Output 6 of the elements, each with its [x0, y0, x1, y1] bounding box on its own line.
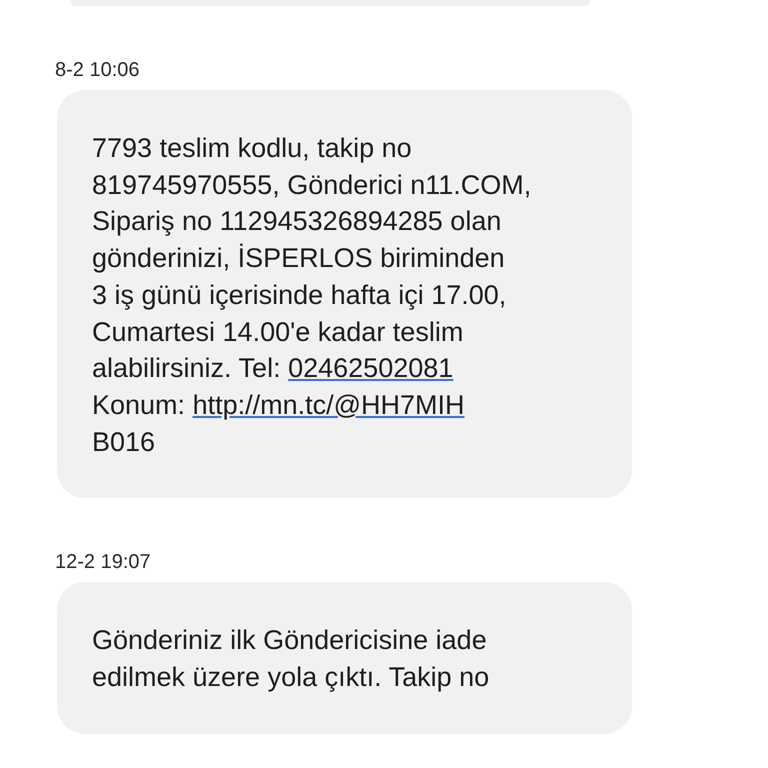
message-timestamp: 8-2 10:06: [55, 58, 140, 82]
message-text: Gönderiniz ilk Göndericisine iade edilmek üzere yola çıktı. Takip no: [92, 624, 490, 694]
message-timestamp: 12-2 19:07: [55, 550, 151, 574]
message-text: 7793 teslim kodlu, takip no 819745970555, Gönderici n11.COM, Sipariş no 112945326894285 olan gönderinizi, İSPERLOS biriminden 3 iş günü içerisinde hafta içi 17.00, Cumartesi 14.00'e kadar teslim alabilirsiniz. Tel: 02462502081 Konum: http://mn.tc/@HH7MIH B016: [92, 132, 532, 459]
link[interactable]: http://mn.tc/@HH7MIH: [192, 390, 465, 420]
link[interactable]: 02462502081: [288, 353, 454, 384]
